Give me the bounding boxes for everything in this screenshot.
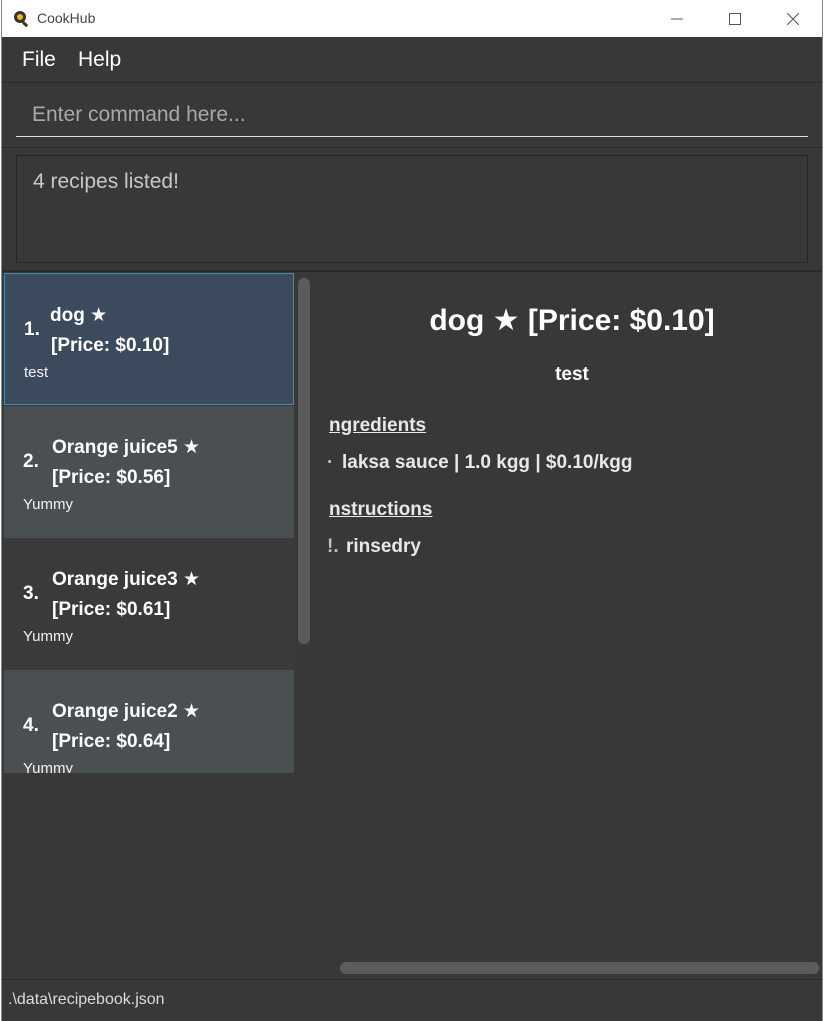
command-input[interactable]: [16, 93, 808, 137]
recipe-description: test: [24, 364, 49, 381]
menu-help[interactable]: Help: [78, 48, 121, 72]
ingredient-item: laksa sauce | 1.0 kgg | $0.10/kgg: [342, 452, 633, 473]
instruction-item: rinsedry: [346, 536, 421, 557]
recipe-detail-panel: dog ★ [Price: $0.10] test ngredients · l…: [312, 273, 822, 978]
recipe-card[interactable]: 4. Orange juice2 ★ [Price: $0.64] Yummy: [4, 670, 294, 773]
menu-file[interactable]: File: [22, 48, 56, 72]
title-bar: CookHub: [2, 0, 822, 37]
recipe-description: Yummy: [23, 496, 74, 513]
recipe-index: 3.: [23, 583, 39, 604]
ingredients-heading: ngredients: [329, 415, 427, 436]
recipe-description: Yummy: [23, 760, 74, 773]
recipe-price: [Price: $0.61]: [52, 599, 171, 620]
app-window: CookHub File Help 4 recipes listed! 1. d…: [1, 0, 823, 1021]
maximize-icon: [729, 12, 741, 25]
result-message: 4 recipes listed!: [33, 170, 179, 193]
status-bar: .\data\recipebook.json: [2, 979, 822, 1021]
recipe-list: 1. dog ★ [Price: $0.10] test 2. Orange j…: [4, 273, 294, 773]
recipe-price: [Price: $0.10]: [51, 335, 170, 356]
detail-scrollbar[interactable]: [340, 962, 819, 974]
instructions-heading: nstructions: [329, 499, 433, 520]
recipe-name: Orange juice2 ★: [52, 701, 200, 722]
recipe-card[interactable]: 2. Orange juice5 ★ [Price: $0.56] Yummy: [4, 406, 294, 538]
recipe-price: [Price: $0.56]: [52, 467, 171, 488]
recipe-index: 2.: [23, 451, 39, 472]
command-box: [2, 83, 822, 148]
app-logo-icon: [12, 9, 30, 27]
detail-title: dog ★ [Price: $0.10]: [429, 304, 715, 337]
recipe-index: 1.: [24, 319, 40, 340]
close-icon: [787, 12, 799, 25]
close-button[interactable]: [764, 0, 822, 37]
recipe-name: Orange juice3 ★: [52, 569, 200, 590]
detail-description: test: [555, 364, 589, 385]
window-title: CookHub: [37, 10, 96, 26]
result-display: 4 recipes listed!: [16, 155, 808, 263]
recipe-card[interactable]: 3. Orange juice3 ★ [Price: $0.61] Yummy: [4, 538, 294, 670]
instruction-number: !.: [327, 536, 339, 557]
recipe-name: dog ★: [50, 305, 108, 326]
file-path: .\data\recipebook.json: [8, 991, 165, 1008]
recipe-price: [Price: $0.64]: [52, 731, 171, 752]
recipe-index: 4.: [23, 715, 39, 736]
ingredient-bullet: ·: [327, 452, 334, 473]
recipe-name: Orange juice5 ★: [52, 437, 200, 458]
menu-bar: File Help: [2, 38, 822, 83]
maximize-button[interactable]: [706, 0, 764, 37]
minimize-icon: [671, 18, 683, 19]
recipe-description: Yummy: [23, 628, 74, 645]
minimize-button[interactable]: [648, 0, 706, 37]
recipe-card[interactable]: 1. dog ★ [Price: $0.10] test: [4, 273, 294, 405]
divider: [2, 270, 822, 272]
list-scrollbar[interactable]: [298, 278, 310, 644]
